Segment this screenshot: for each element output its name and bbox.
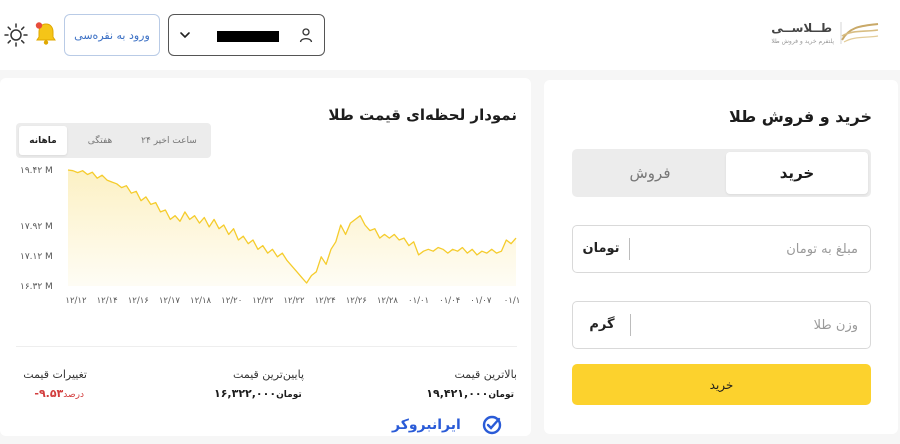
stat-low-label: پایین‌ترین قیمت: [233, 368, 304, 381]
buy-submit-button[interactable]: خرید: [572, 364, 871, 405]
x-tick-label: ۱۲/۲۲: [283, 296, 305, 306]
amount-separator: [629, 238, 630, 260]
amount-input[interactable]: [628, 226, 870, 272]
x-tick-label: ۱۲/۱۴: [97, 296, 118, 306]
price-chart: ۱۹.۴۲ M ۱۷.۹۲ M ۱۷.۱۲ M ۱۶.۳۲ M ۱۲/۱۲ ۱۲/۱۴ ۱۲…: [20, 166, 521, 306]
stat-change-label: تغییرات قیمت: [23, 368, 87, 381]
tab-buy[interactable]: خرید: [726, 152, 868, 194]
tab-sell[interactable]: فروش: [575, 152, 725, 194]
login-noghresi-button[interactable]: ورود به نقره‌سی: [64, 14, 160, 56]
site-logo[interactable]: طــلاســی پلتفرم خرید و فروش طلا: [771, 16, 880, 50]
stat-low-value: ۱۶,۳۲۲,۰۰۰: [214, 387, 277, 400]
logo-name: طــلاســی: [771, 21, 832, 35]
masked-user-name: [217, 31, 279, 42]
stats-divider: [16, 346, 517, 347]
gold-wave-logo-icon: [840, 22, 879, 44]
tab-monthly[interactable]: ماهانه: [19, 126, 67, 155]
gold-price-chart-panel: نمودار لحظه‌ای قیمت طلا ماهانه هفتگی ۲۴ …: [0, 78, 531, 436]
stat-highest-price: بالاترین قیمت ۱۹,۴۲۱,۰۰۰تومان: [426, 368, 517, 400]
buy-sell-panel: خرید و فروش طلا فروش خرید تومان گرم خرید: [544, 80, 898, 434]
amount-field: تومان: [572, 225, 871, 273]
x-tick-label: ۰۱/۱: [504, 296, 521, 306]
weight-input[interactable]: [630, 302, 870, 348]
x-tick-label: ۱۲/۲۸: [377, 296, 399, 306]
x-tick-label: ۱۲/۲۴: [315, 296, 336, 306]
sun-icon[interactable]: [3, 22, 29, 48]
logo-tagline: پلتفرم خرید و فروش طلا: [771, 38, 834, 45]
x-tick-label: ۱۲/۲۲: [252, 296, 274, 306]
x-tick-label: ۰۱/۰۴: [439, 296, 460, 306]
x-tick-label: ۱۲/۲۰: [221, 296, 242, 306]
user-icon: [299, 28, 313, 43]
broker-logo-icon: [482, 415, 502, 435]
broker-name: ایرانبروکر: [392, 417, 461, 433]
x-tick-label: ۱۲/۱۷: [159, 296, 181, 306]
weight-unit: گرم: [589, 317, 615, 332]
user-account-dropdown[interactable]: [168, 14, 325, 56]
trade-title: خرید و فروش طلا: [728, 107, 872, 126]
stat-high-unit: تومان: [488, 390, 514, 400]
buy-sell-toggle: فروش خرید: [572, 149, 871, 197]
amount-unit: تومان: [582, 241, 620, 256]
stat-low-unit: تومان: [276, 390, 302, 400]
x-tick-label: ۰۱/۰۷: [470, 296, 492, 306]
y-tick-label: ۱۶.۳۲ M: [20, 282, 53, 292]
stat-change-value-row: -۹.۵۳درصد: [15, 387, 87, 400]
x-tick-label: ۰۱/۰۱: [408, 296, 429, 306]
stat-change-value: -۹.۵۳: [34, 387, 64, 400]
y-tick-label: ۱۷.۹۲ M: [20, 222, 53, 232]
stat-high-label: بالاترین قیمت: [454, 368, 518, 381]
stat-change-unit: درصد: [63, 390, 84, 400]
tab-weekly[interactable]: هفتگی: [74, 126, 126, 155]
x-tick-label: ۱۲/۱۲: [65, 296, 87, 306]
weight-field: گرم: [572, 301, 871, 349]
stat-high-value: ۱۹,۴۲۱,۰۰۰: [426, 387, 489, 400]
stat-high-value-row: ۱۹,۴۲۱,۰۰۰تومان: [426, 387, 517, 400]
stat-low-value-row: ۱۶,۳۲۲,۰۰۰تومان: [214, 387, 304, 400]
chevron-down-icon: [180, 32, 190, 39]
stat-lowest-price: پایین‌ترین قیمت ۱۶,۳۲۲,۰۰۰تومان: [214, 368, 304, 400]
x-tick-label: ۱۲/۱۶: [128, 296, 149, 306]
top-header: طــلاســی پلتفرم خرید و فروش طلا ورود به…: [0, 0, 900, 70]
y-tick-label: ۱۹.۴۲ M: [20, 166, 53, 176]
x-tick-label: ۱۲/۲۶: [346, 296, 367, 306]
x-tick-label: ۱۲/۱۸: [190, 296, 212, 306]
price-area: [68, 170, 516, 286]
chart-title: نمودار لحظه‌ای قیمت طلا: [328, 106, 517, 124]
tab-last-24h[interactable]: ۲۴ ساعت اخیر: [130, 126, 208, 155]
chart-range-tabs: ماهانه هفتگی ۲۴ ساعت اخیر: [16, 123, 211, 158]
stat-price-change: تغییرات قیمت -۹.۵۳درصد: [15, 368, 87, 400]
notification-bell-icon[interactable]: [34, 21, 58, 47]
y-tick-label: ۱۷.۱۲ M: [20, 252, 53, 262]
